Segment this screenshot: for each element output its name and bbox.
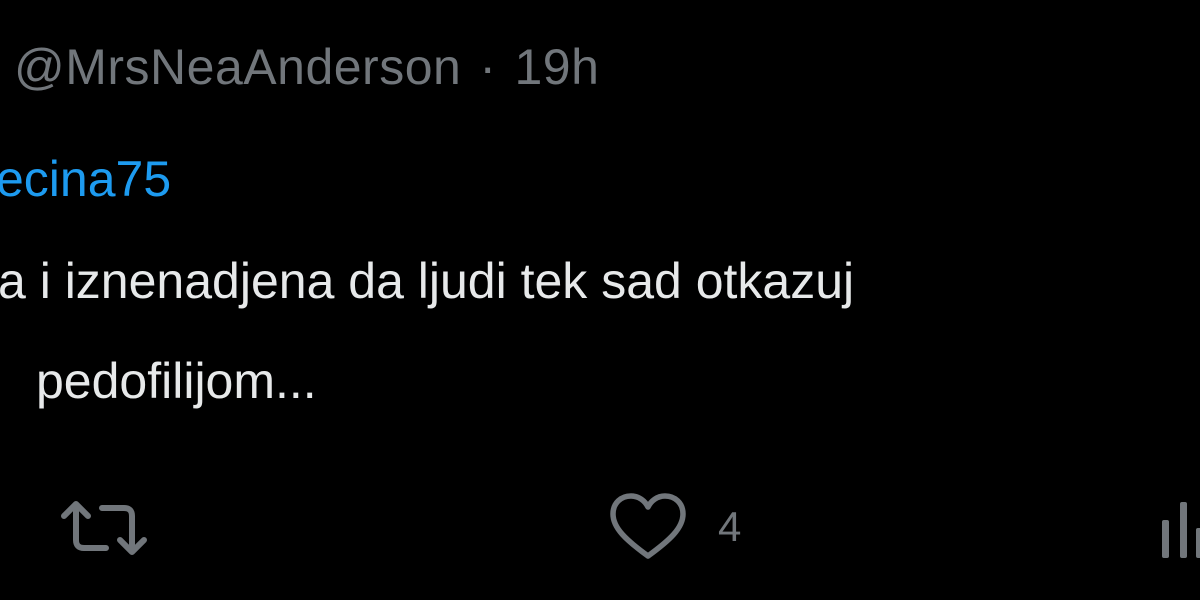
header-separator: · — [479, 39, 497, 95]
retweet-button[interactable] — [58, 496, 150, 560]
views-icon — [1158, 498, 1200, 558]
tweet-header: @MrsNeaAnderson · 19h — [14, 38, 599, 96]
tweet: @MrsNeaAnderson · 19h ecina75 a i iznena… — [0, 0, 1200, 600]
tweet-text-line-2: pedofilijom... — [36, 353, 317, 409]
action-bar: 4 — [0, 488, 1200, 568]
retweet-icon — [58, 496, 150, 560]
mention-link[interactable]: ecina75 — [0, 150, 171, 208]
heart-icon — [608, 492, 688, 562]
user-handle[interactable]: @MrsNeaAnderson — [14, 38, 461, 96]
views-button[interactable] — [1158, 498, 1200, 558]
like-count: 4 — [718, 503, 742, 550]
tweet-time[interactable]: 19h — [514, 38, 599, 96]
tweet-text-line-1: a i iznenadjena da ljudi tek sad otkazuj — [0, 253, 855, 309]
like-button[interactable]: 4 — [608, 492, 741, 562]
